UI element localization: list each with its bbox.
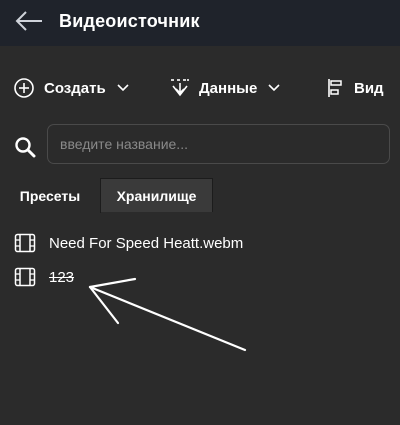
import-data-icon [171,79,189,97]
chevron-down-icon [117,84,129,92]
film-icon [14,233,36,253]
tab-storage[interactable]: Хранилище [101,178,213,212]
view-button[interactable]: Вид [327,76,384,100]
film-icon [14,267,36,287]
align-left-icon [328,79,342,97]
page-title: Видеоисточник [59,11,200,31]
tab-bar-filler [213,178,400,212]
search-icon [15,137,36,158]
tab-presets[interactable]: Пресеты [0,178,101,213]
search-bar [0,124,400,172]
annotation-arrow [88,277,247,352]
tab-bar: Пресеты Хранилище [0,178,400,213]
list-item[interactable]: 123 [14,264,74,290]
item-name: Need For Speed Heatt.webm [49,234,244,252]
create-button[interactable]: Создать [13,76,130,100]
data-label: Данные [199,79,258,97]
data-button[interactable]: Данные [170,76,281,100]
arrow-left-icon[interactable] [14,10,44,32]
title-bar: Видеоисточник [0,0,400,46]
plus-circle-icon [14,78,34,98]
view-label: Вид [354,79,384,97]
item-name: 123 [49,268,75,286]
list-item[interactable]: Need For Speed Heatt.webm [14,230,243,256]
search-input[interactable] [47,124,390,164]
chevron-down-icon [268,84,280,92]
toolbar: Создать Данные Вид [0,46,400,124]
create-label: Создать [44,79,106,97]
